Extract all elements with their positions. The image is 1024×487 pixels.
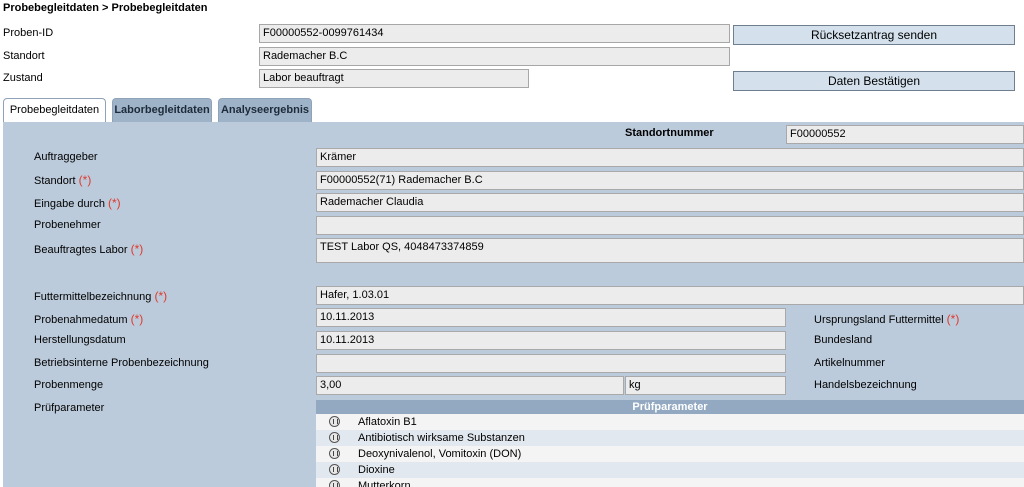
list-item[interactable]: Mutterkorn [316, 478, 1024, 487]
auftraggeber-field: Krämer [316, 148, 1024, 167]
tab-probebegleitdaten[interactable]: Probebegleitdaten [3, 98, 106, 123]
beauftragtes-labor-field: TEST Labor QS, 4048473374859 [316, 238, 1024, 263]
required-marker: (*) [78, 173, 92, 187]
list-item[interactable]: Deoxynivalenol, Vomitoxin (DON) [316, 446, 1024, 462]
artikelnummer-label: Artikelnummer [814, 357, 885, 369]
probenmenge-unit: kg [625, 376, 786, 395]
reset-request-button[interactable]: Rücksetzantrag senden [733, 25, 1015, 45]
pruefparameter-label: Prüfparameter [34, 402, 105, 414]
betriebsintern-label: Betriebsinterne Probenbezeichnung [34, 357, 209, 369]
confirm-data-button[interactable]: Daten Bestätigen [733, 71, 1015, 91]
list-item[interactable]: Antibiotisch wirksame Substanzen [316, 430, 1024, 446]
list-item[interactable]: Dioxine [316, 462, 1024, 478]
probenmenge-field: 3,00 [316, 376, 624, 395]
proben-id-label: Proben-ID [3, 27, 54, 39]
standort-field: Rademacher B.C [259, 47, 730, 66]
required-marker: (*) [946, 312, 960, 326]
tab-analyseergebnis[interactable]: Analyseergebnis [218, 98, 312, 123]
handelsbezeichnung-label: Handelsbezeichnung [814, 379, 917, 391]
probenahmedatum-label: Probenahmedatum (*) [34, 312, 144, 326]
breadcrumb: Probebegleitdaten > Probebegleitdaten [3, 2, 208, 14]
herstellungsdatum-field: 10.11.2013 [316, 331, 786, 350]
herstellungsdatum-label: Herstellungsdatum [34, 334, 126, 346]
required-marker: (*) [130, 242, 144, 256]
eingabe-durch-field: Rademacher Claudia [316, 193, 1024, 212]
zustand-label: Zustand [3, 72, 43, 84]
probenmenge-label: Probenmenge [34, 379, 104, 391]
bundesland-label: Bundesland [814, 334, 873, 346]
probebegleitdaten-panel: Standortnummer F00000552 Auftraggeber Kr… [3, 122, 1024, 487]
futtermittel-field: Hafer, 1.03.01 [316, 286, 1024, 305]
info-icon[interactable] [329, 448, 340, 459]
standort-form-field: F00000552(71) Rademacher B.C [316, 171, 1024, 190]
probenehmer-field [316, 216, 1024, 235]
betriebsintern-field [316, 354, 786, 373]
beauftragtes-labor-label: Beauftragtes Labor (*) [34, 242, 144, 256]
standort-form-label: Standort (*) [34, 173, 92, 187]
required-marker: (*) [130, 312, 144, 326]
standortnummer-label: Standortnummer [625, 127, 714, 139]
required-marker: (*) [154, 289, 168, 303]
pruefparameter-table: Prüfparameter Aflatoxin B1 Antibiotisch … [316, 400, 1024, 487]
info-icon[interactable] [329, 464, 340, 475]
eingabe-durch-label: Eingabe durch (*) [34, 196, 121, 210]
auftraggeber-label: Auftraggeber [34, 151, 98, 163]
futtermittel-label: Futtermittelbezeichnung (*) [34, 289, 168, 303]
probenahmedatum-field: 10.11.2013 [316, 308, 786, 327]
zustand-field: Labor beauftragt [259, 69, 529, 88]
proben-id-field: F00000552-0099761434 [259, 24, 730, 43]
probenehmer-label: Probenehmer [34, 219, 101, 231]
standort-label: Standort [3, 50, 45, 62]
info-icon[interactable] [329, 480, 340, 487]
list-item[interactable]: Aflatoxin B1 [316, 414, 1024, 430]
ursprungsland-label: Ursprungsland Futtermittel (*) [814, 312, 960, 326]
pruefparameter-table-header: Prüfparameter [316, 400, 1024, 414]
required-marker: (*) [108, 196, 121, 210]
info-icon[interactable] [329, 432, 340, 443]
tab-laborbegleitdaten[interactable]: Laborbegleitdaten [112, 98, 212, 123]
standortnummer-field: F00000552 [786, 125, 1024, 144]
info-icon[interactable] [329, 416, 340, 427]
